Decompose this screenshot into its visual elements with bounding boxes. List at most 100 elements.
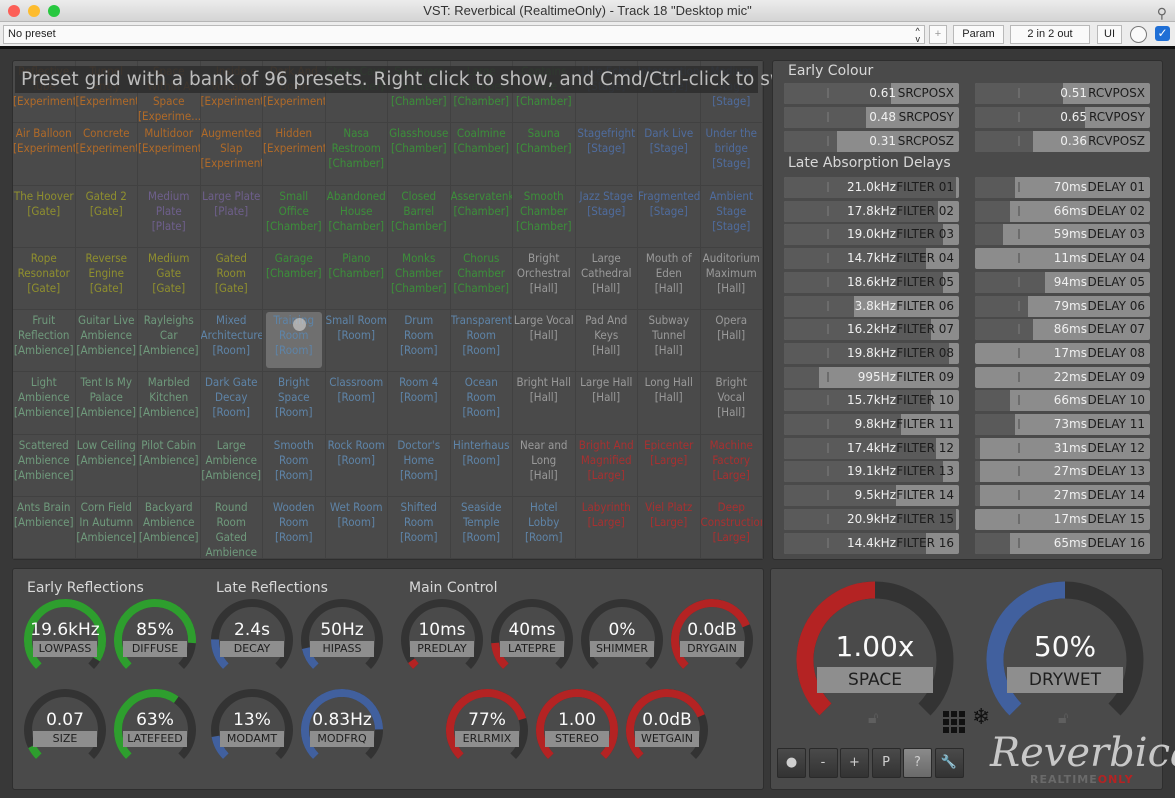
preset-medium-gate[interactable]: Medium Gate [Gate]: [138, 247, 201, 310]
knob-latepre[interactable]: 40ms LATEPRE: [487, 595, 577, 685]
slider-rcvposz[interactable]: 0.36 RCVPOSZ: [975, 131, 1150, 152]
preset-pilot-cabin[interactable]: Pilot Cabin [Ambience]: [138, 434, 201, 497]
preset-chorus-chamber[interactable]: Chorus Chamber [Chamber]: [450, 247, 513, 310]
preset-the-hoover[interactable]: The Hoover [Gate]: [13, 185, 76, 248]
knob-modfrq[interactable]: 0.83Hz MODFRQ: [297, 685, 387, 775]
preset-scattered-ambience[interactable]: Scattered Ambience [Ambience]: [13, 434, 76, 497]
preset-marbled-kitchen[interactable]: Marbled Kitchen [Ambience]: [138, 372, 201, 435]
preset-hotel-lobby[interactable]: Hotel Lobby [Room]: [513, 496, 576, 559]
slider-delay-03[interactable]: 59ms DELAY 03: [975, 224, 1150, 246]
preset-asservatenkammer[interactable]: Asservatenkammer[Chamber]: [450, 185, 513, 248]
preset-stagefright[interactable]: Stagefright [Stage]: [575, 123, 638, 186]
space-lock-icon[interactable]: 🔓︎: [868, 708, 878, 728]
preset-room-4[interactable]: Room 4 [Room]: [388, 372, 451, 435]
slider-delay-02[interactable]: 66ms DELAY 02: [975, 200, 1150, 222]
preset-backyard-ambience[interactable]: Backyard Ambience [Ambience]: [138, 496, 201, 559]
preset-large-cathedral[interactable]: Large Cathedral [Hall]: [575, 247, 638, 310]
minimize-window-button[interactable]: [28, 5, 40, 17]
slider-delay-12[interactable]: 31ms DELAY 12: [975, 437, 1150, 459]
slider-delay-11[interactable]: 73ms DELAY 11: [975, 414, 1150, 435]
add-preset-button[interactable]: +: [929, 25, 947, 44]
preset-drum-room[interactable]: Drum Room [Room]: [388, 310, 451, 373]
preset-dark-live[interactable]: Dark Live [Stage]: [638, 123, 701, 186]
slider-delay-14[interactable]: 27ms DELAY 14: [975, 485, 1150, 507]
slider-rcvposx[interactable]: 0.51 RCVPOSX: [975, 83, 1150, 104]
preset-doctor-s-home[interactable]: Doctor's Home [Room]: [388, 434, 451, 497]
slider-filter-15[interactable]: 20.9kHz FILTER 15: [784, 508, 959, 530]
slider-filter-03[interactable]: 19.0kHz FILTER 03: [784, 224, 959, 246]
knob-lowpass[interactable]: 19.6kHz LOWPASS: [20, 595, 110, 685]
preset-near-and-long[interactable]: Near and Long [Hall]: [513, 434, 576, 497]
preset-select[interactable]: No preset ^ v: [3, 25, 925, 44]
drywet-lock-icon[interactable]: 🔓︎: [1058, 708, 1068, 728]
preset-smooth-room[interactable]: Smooth Room [Room]: [263, 434, 326, 497]
preset-fragmented[interactable]: Fragmented [Stage]: [638, 185, 701, 248]
knob-predlay[interactable]: 10ms PREDLAY: [397, 595, 487, 685]
ui-button[interactable]: UI: [1097, 25, 1122, 44]
preset-classroom[interactable]: Classroom [Room]: [325, 372, 388, 435]
param-button[interactable]: Param: [953, 25, 1004, 44]
slider-srcposy[interactable]: 0.48 SRCPOSY: [784, 107, 959, 128]
plus-button[interactable]: +: [840, 748, 869, 778]
preset-mixed-architecture[interactable]: Mixed Architecture [Room]: [200, 310, 263, 373]
slider-delay-10[interactable]: 66ms DELAY 10: [975, 390, 1150, 412]
knob-diffuse[interactable]: 85% DIFFUSE: [110, 595, 200, 685]
preset-large-ambience[interactable]: Large Ambience [Ambience]: [200, 434, 263, 497]
preset-bright-and-magnified[interactable]: Bright And Magnified [Large]: [575, 434, 638, 497]
p-button[interactable]: P: [871, 748, 901, 778]
slider-delay-09[interactable]: 22ms DELAY 09: [975, 366, 1150, 388]
slider-filter-06[interactable]: 3.8kHz FILTER 06: [784, 295, 959, 317]
preset-seaside-temple[interactable]: Seaside Temple [Room]: [450, 496, 513, 559]
preset-long-hall[interactable]: Long Hall [Hall]: [638, 372, 701, 435]
preset-closed-barrel[interactable]: Closed Barrel [Chamber]: [388, 185, 451, 248]
slider-filter-13[interactable]: 19.1kHz FILTER 13: [784, 461, 959, 483]
knob-erlrmix[interactable]: 77% ERLRMIX: [442, 685, 532, 775]
preset-opera[interactable]: Opera [Hall]: [700, 310, 763, 373]
preset-medium-plate[interactable]: Medium Plate [Plate]: [138, 185, 201, 248]
slider-filter-05[interactable]: 18.6kHz FILTER 05: [784, 271, 959, 293]
record-button[interactable]: ●: [777, 748, 806, 778]
slider-filter-10[interactable]: 15.7kHz FILTER 10: [784, 390, 959, 412]
preset-labyrinth[interactable]: Labyrinth [Large]: [575, 496, 638, 559]
preset-bright-orchestral[interactable]: Bright Orchestral [Hall]: [513, 247, 576, 310]
knob-decay[interactable]: 2.4s DECAY: [207, 595, 297, 685]
preset-concrete[interactable]: Concrete[Experimental]: [75, 123, 138, 186]
slider-delay-05[interactable]: 94ms DELAY 05: [975, 271, 1150, 293]
preset-pad-and-keys[interactable]: Pad And Keys [Hall]: [575, 310, 638, 373]
help-button[interactable]: ?: [903, 748, 932, 778]
preset-monks-chamber[interactable]: Monks Chamber [Chamber]: [388, 247, 451, 310]
preset-guitar-live-ambience[interactable]: Guitar Live Ambience [Ambience]: [75, 310, 138, 373]
preset-viel-platz[interactable]: Viel Platz [Large]: [638, 496, 701, 559]
preset-gated-2[interactable]: Gated 2 [Gate]: [75, 185, 138, 248]
close-window-button[interactable]: [8, 5, 20, 17]
snowflake-icon[interactable]: ❄: [972, 705, 990, 730]
settings-wrench-button[interactable]: 🔧: [934, 748, 964, 778]
knob-size[interactable]: 0.07 SIZE: [20, 685, 110, 775]
slider-delay-15[interactable]: 17ms DELAY 15: [975, 508, 1150, 530]
preset-auditorium-maximum[interactable]: Auditorium Maximum [Hall]: [700, 247, 763, 310]
preset-large-hall[interactable]: Large Hall [Hall]: [575, 372, 638, 435]
preset-light-ambience[interactable]: Light Ambience [Ambience]: [13, 372, 76, 435]
preset-sauna[interactable]: Sauna [Chamber]: [513, 123, 576, 186]
preset-piano[interactable]: Piano [Chamber]: [325, 247, 388, 310]
preset-rayleighs-car[interactable]: Rayleighs Car [Ambience]: [138, 310, 201, 373]
preset-machine-factory[interactable]: Machine Factory [Large]: [700, 434, 763, 497]
preset-jazz-stage[interactable]: Jazz Stage [Stage]: [575, 185, 638, 248]
slider-delay-08[interactable]: 17ms DELAY 08: [975, 342, 1150, 364]
slider-delay-16[interactable]: 65ms DELAY 16: [975, 532, 1150, 554]
knob-stereo[interactable]: 1.00 STEREO: [532, 685, 622, 775]
preset-training-room[interactable]: Training Room[Room]: [263, 310, 326, 373]
slider-delay-04[interactable]: 11ms DELAY 04: [975, 248, 1150, 270]
preset-coalmine[interactable]: Coalmine [Chamber]: [450, 123, 513, 186]
slider-srcposx[interactable]: 0.61 SRCPOSX: [784, 83, 959, 104]
slider-filter-07[interactable]: 16.2kHz FILTER 07: [784, 319, 959, 341]
knob-hipass[interactable]: 50Hz HIPASS: [297, 595, 387, 685]
slider-filter-08[interactable]: 19.8kHz FILTER 08: [784, 342, 959, 364]
preset-gated-room[interactable]: Gated Room [Gate]: [200, 247, 263, 310]
preset-subway-tunnel[interactable]: Subway Tunnel [Hall]: [638, 310, 701, 373]
grid-icon[interactable]: [943, 711, 965, 733]
slider-filter-04[interactable]: 14.7kHz FILTER 04: [784, 248, 959, 270]
preset-multidoor[interactable]: Multidoor[Experimental]: [138, 123, 201, 186]
bypass-checkbox[interactable]: ✓: [1155, 26, 1170, 41]
slider-delay-06[interactable]: 79ms DELAY 06: [975, 295, 1150, 317]
